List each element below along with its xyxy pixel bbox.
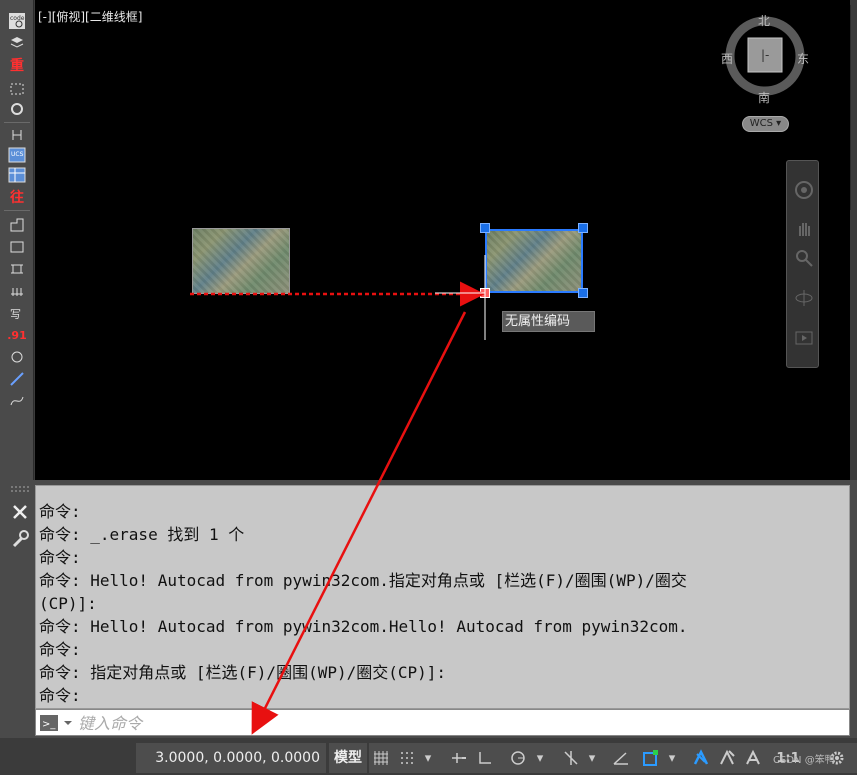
command-history: 命令: 命令: _.erase 找到 1 个命令: 命令: Hello! Autoc… (35, 485, 850, 709)
isodraft-icon[interactable] (559, 746, 583, 770)
polyline-icon[interactable] (7, 216, 27, 234)
grid-icon[interactable] (369, 746, 393, 770)
object-snap-icon[interactable] (639, 746, 663, 770)
dashed-select-icon[interactable] (7, 80, 27, 98)
annotation-visibility-icon[interactable] (689, 746, 713, 770)
svg-text:>_: >_ (42, 719, 56, 730)
wcs-label: WCS (749, 118, 773, 129)
command-history-line: 命令: (39, 502, 81, 521)
viewcube[interactable]: |- 北 南 东 西 (721, 12, 809, 105)
toolbar-divider (4, 122, 30, 123)
chevron-down-icon[interactable]: ▾ (421, 746, 435, 770)
steering-wheel-icon[interactable] (793, 179, 815, 201)
orbit-icon[interactable] (793, 287, 815, 309)
gear-refresh-icon[interactable] (7, 100, 27, 118)
code-icon[interactable]: code (7, 12, 27, 30)
command-input[interactable] (78, 712, 838, 734)
command-history-line: (CP)]: (39, 594, 97, 613)
tool-text-91[interactable]: .91 (7, 326, 27, 344)
grip-handle-hot[interactable] (480, 288, 490, 298)
viewport-controls-label[interactable]: [-][俯视][二维线框] (38, 8, 142, 25)
grip-tooltip: 无属性编码 (502, 311, 595, 332)
bracket-icon[interactable] (7, 126, 27, 144)
infer-constraints-icon[interactable] (447, 746, 471, 770)
svg-text:写: 写 (10, 308, 21, 320)
grip-dots-icon[interactable] (7, 483, 33, 497)
grip-handle[interactable] (480, 223, 490, 233)
layers-icon[interactable] (7, 34, 27, 52)
tool-text-wang[interactable]: 往 (7, 188, 27, 206)
raster-image-original[interactable] (192, 228, 290, 294)
tool-text-zhong[interactable]: 重 (7, 56, 27, 74)
toolbar-divider (4, 210, 30, 211)
viewcube-east[interactable]: 东 (797, 50, 809, 67)
command-line-panel: 命令: 命令: _.erase 找到 1 个命令: 命令: Hello! Autoc… (0, 480, 857, 738)
command-input-row: >_ (35, 709, 850, 736)
showmotion-icon[interactable] (793, 327, 815, 349)
model-space-button[interactable]: 模型 (329, 743, 367, 773)
ucs-icon[interactable]: UCS (7, 146, 27, 164)
chevron-down-icon[interactable]: ▾ (665, 746, 679, 770)
svg-text:UCS: UCS (11, 151, 24, 158)
left-toolbar: code 重 UCS 往 写 .91 (0, 0, 34, 480)
command-history-line: 命令: 指定对角点或 [栏选(F)/圈围(WP)/圈交(CP)]: (39, 663, 447, 682)
ladder-icon[interactable] (7, 282, 27, 300)
command-history-line: 命令: (39, 686, 81, 705)
command-history-line: 命令: (39, 640, 81, 659)
spline-icon[interactable] (7, 392, 27, 410)
viewcube-west[interactable]: 西 (721, 50, 733, 67)
table-icon[interactable] (7, 166, 27, 184)
watermark: CSDN @笨鸭 (773, 755, 835, 766)
command-prompt-icon[interactable]: >_ (39, 712, 75, 734)
viewcube-north[interactable]: 北 (758, 12, 770, 29)
circle-icon[interactable] (7, 348, 27, 366)
zoom-icon[interactable] (793, 247, 815, 269)
command-side-strip (5, 483, 33, 733)
navigation-bar (786, 160, 819, 368)
grip-handle[interactable] (578, 288, 588, 298)
command-history-line: 命令: _.erase 找到 1 个 (39, 525, 245, 544)
drawing-viewport[interactable]: [-][俯视][二维线框] |- 北 南 东 西 WCS ▾ 无属性编码 (35, 0, 850, 480)
object-snap-tracking-icon[interactable] (609, 746, 633, 770)
wrench-icon[interactable] (10, 529, 30, 549)
command-history-line: 命令: (39, 548, 81, 567)
grip-handle[interactable] (578, 223, 588, 233)
status-bar: 3.0000, 0.0000, 0.0000 模型 ▾ ▾ ▾ ▾ 1:1 CS… (0, 740, 857, 775)
auto-scale-icon[interactable] (715, 746, 739, 770)
viewcube-south[interactable]: 南 (758, 89, 770, 106)
raster-image-copy-selected[interactable] (485, 229, 583, 293)
annotation-scale-icon[interactable] (741, 746, 765, 770)
rectangle-icon[interactable] (7, 238, 27, 256)
coordinate-readout[interactable]: 3.0000, 0.0000, 0.0000 (136, 743, 326, 773)
ortho-icon[interactable] (473, 746, 497, 770)
close-icon[interactable] (11, 503, 29, 521)
chevron-down-icon[interactable]: ▾ (585, 746, 599, 770)
pan-hand-icon[interactable] (793, 217, 815, 239)
svg-text:|-: |- (761, 48, 769, 62)
autocad-window: code 重 UCS 往 写 .91 [-][俯视][二维线框] |- 北 南 … (0, 0, 857, 775)
hatch-icon[interactable] (7, 260, 27, 278)
command-history-line: 命令: Hello! Autocad from pywin32com.Hello… (39, 617, 688, 636)
command-history-line: 命令: Hello! Autocad from pywin32com.指定对角点… (39, 571, 687, 590)
chevron-down-icon[interactable]: ▾ (533, 746, 547, 770)
snap-dots-icon[interactable] (395, 746, 419, 770)
wcs-menu[interactable]: WCS ▾ (742, 116, 789, 132)
polar-tracking-icon[interactable] (507, 746, 531, 770)
pattern-icon[interactable]: 写 (7, 304, 27, 322)
line-icon[interactable] (7, 370, 27, 388)
